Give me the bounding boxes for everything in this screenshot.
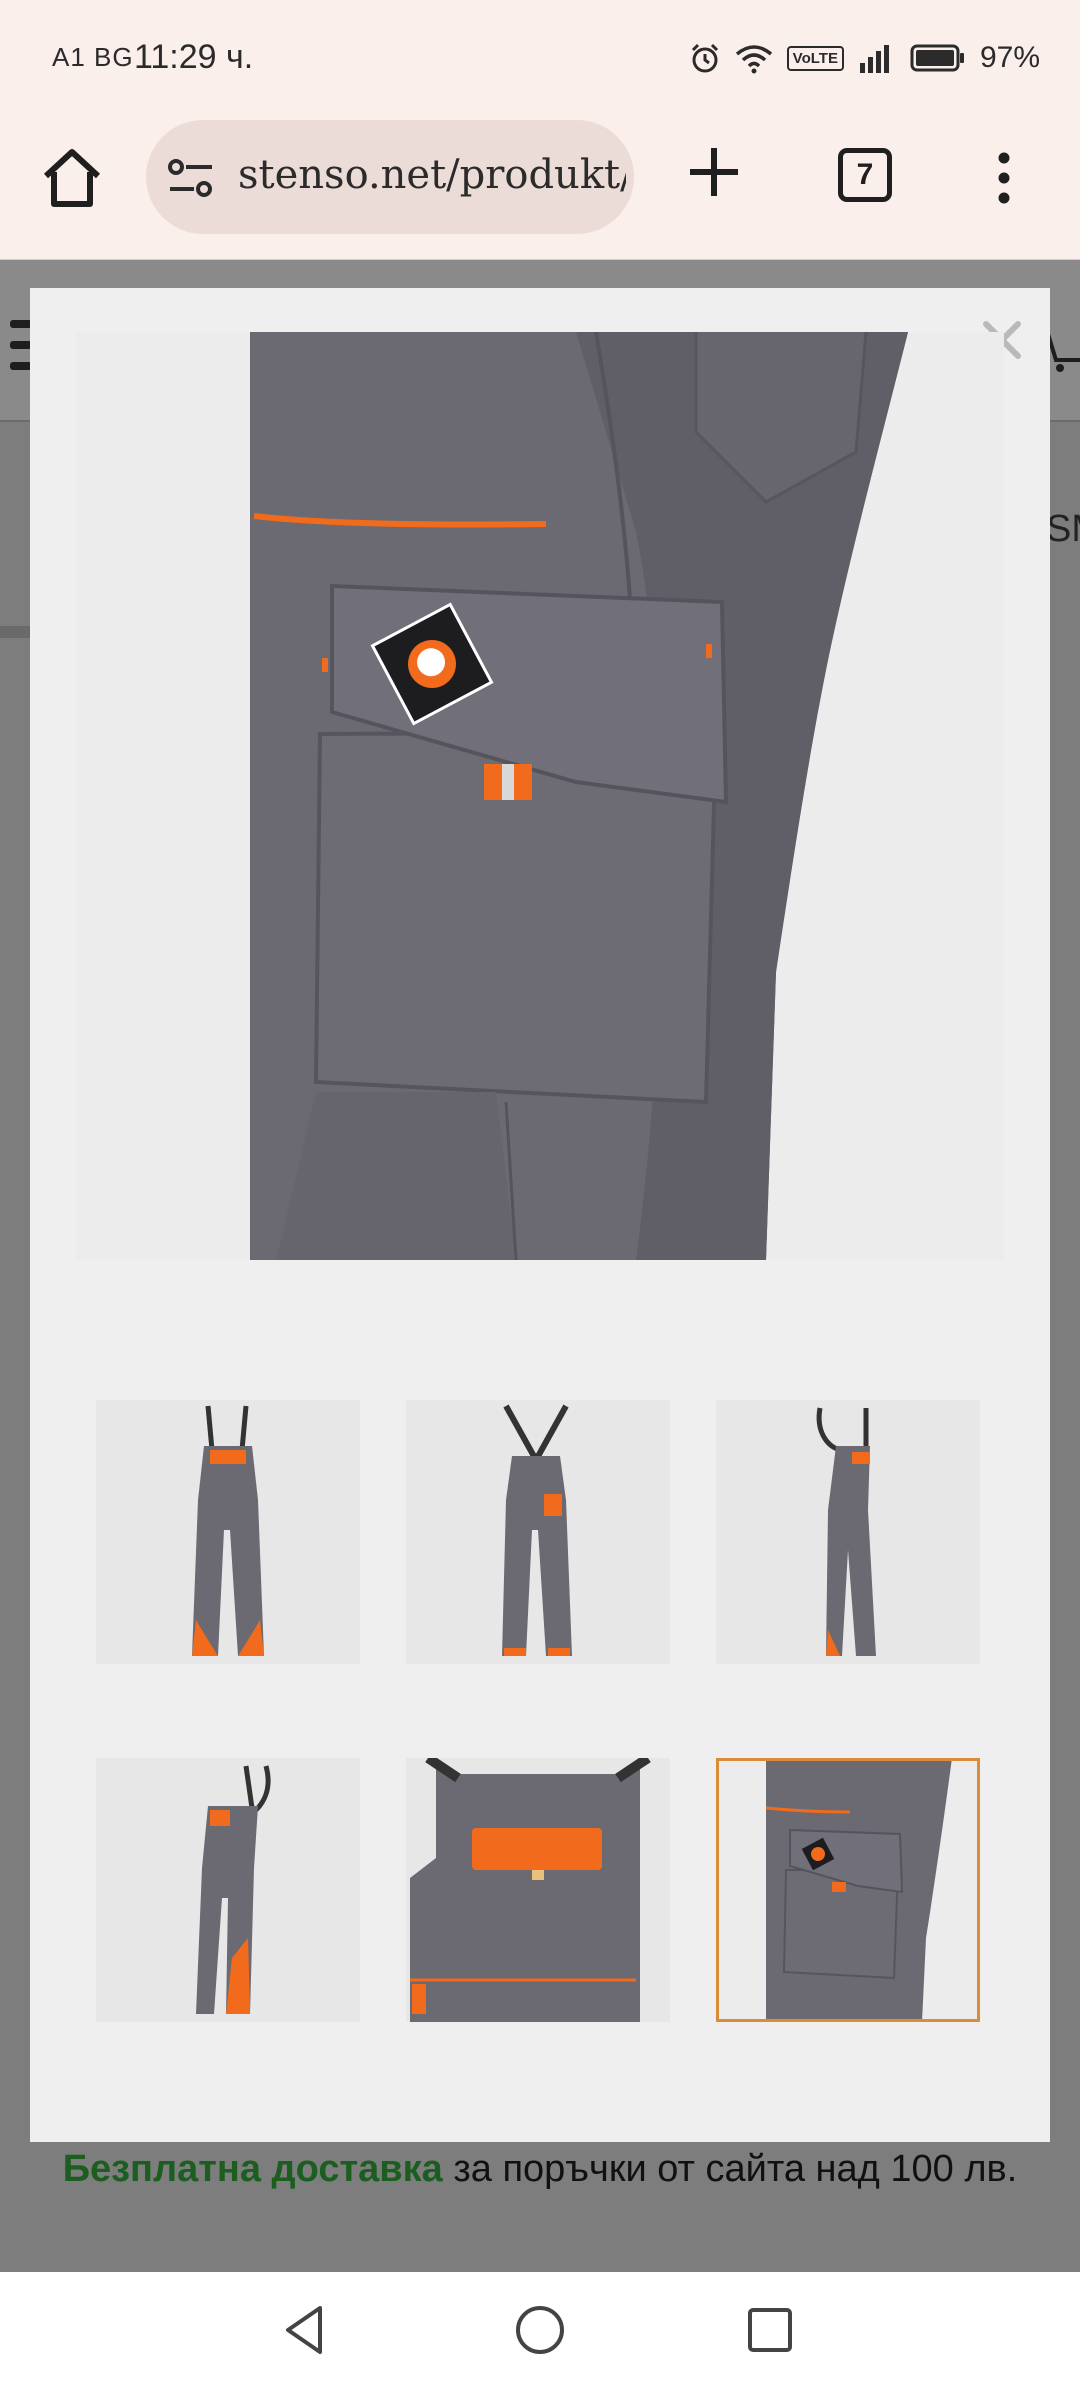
promo-text: за поръчки от сайта над 100 лв. bbox=[442, 2148, 1018, 2190]
overall-back-image bbox=[502, 1404, 572, 1656]
tune-icon[interactable] bbox=[166, 158, 216, 198]
overall-side-image bbox=[816, 1407, 876, 1656]
status-icons: VoLTE 97% bbox=[689, 36, 1040, 80]
thumbnail-leg-detail[interactable] bbox=[716, 1758, 980, 2022]
signal-icon bbox=[859, 45, 889, 73]
hamburger-icon bbox=[10, 320, 32, 370]
clock: 11:29 ч. bbox=[134, 38, 254, 76]
recents-icon[interactable] bbox=[740, 2300, 800, 2360]
battery-percentage: 97% bbox=[979, 41, 1040, 74]
background-divider bbox=[0, 626, 30, 638]
more-vert-icon[interactable] bbox=[986, 148, 1022, 208]
url-text[interactable]: stenso.net/produkt/ bbox=[238, 152, 626, 198]
overall-front-image bbox=[192, 1405, 264, 1656]
thumbnail-bib-detail[interactable] bbox=[406, 1758, 670, 2022]
alarm-icon bbox=[691, 43, 718, 73]
thumbnail-front[interactable] bbox=[96, 1400, 360, 1664]
system-navigation-bar bbox=[0, 2272, 1080, 2388]
leg-pocket-detail-image bbox=[716, 1758, 980, 2022]
home-icon[interactable] bbox=[36, 142, 108, 214]
tab-switcher-button[interactable]: 7 bbox=[838, 148, 892, 202]
wifi-icon bbox=[735, 45, 772, 74]
promo-highlight: Безплатна доставка bbox=[62, 2148, 443, 2190]
carrier-label: A1 BG bbox=[52, 42, 134, 72]
thumbnail-three-quarter[interactable] bbox=[96, 1758, 360, 2022]
trouser-leg-detail-image bbox=[76, 332, 1004, 1260]
overall-three-quarter-image bbox=[196, 1765, 271, 2014]
circle-home-icon[interactable] bbox=[510, 2300, 570, 2360]
battery-icon bbox=[910, 44, 964, 72]
image-gallery-modal bbox=[30, 288, 1050, 2142]
thumbnail-back[interactable] bbox=[406, 1400, 670, 1664]
bib-pocket-detail-image bbox=[410, 1758, 651, 2022]
plus-icon[interactable] bbox=[684, 142, 744, 202]
back-icon[interactable] bbox=[276, 2300, 336, 2360]
main-product-image[interactable] bbox=[76, 332, 1004, 1260]
thumbnail-side[interactable] bbox=[716, 1400, 980, 1664]
browser-toolbar: stenso.net/produkt/ 7 bbox=[0, 120, 1080, 260]
status-bar: A1 BG 11:29 ч. VoLTE 97% bbox=[0, 0, 1080, 120]
background-partial-text: SM bbox=[1046, 508, 1080, 550]
volte-badge: VoLTE bbox=[786, 45, 844, 71]
address-bar[interactable]: stenso.net/produkt/ bbox=[146, 120, 634, 234]
